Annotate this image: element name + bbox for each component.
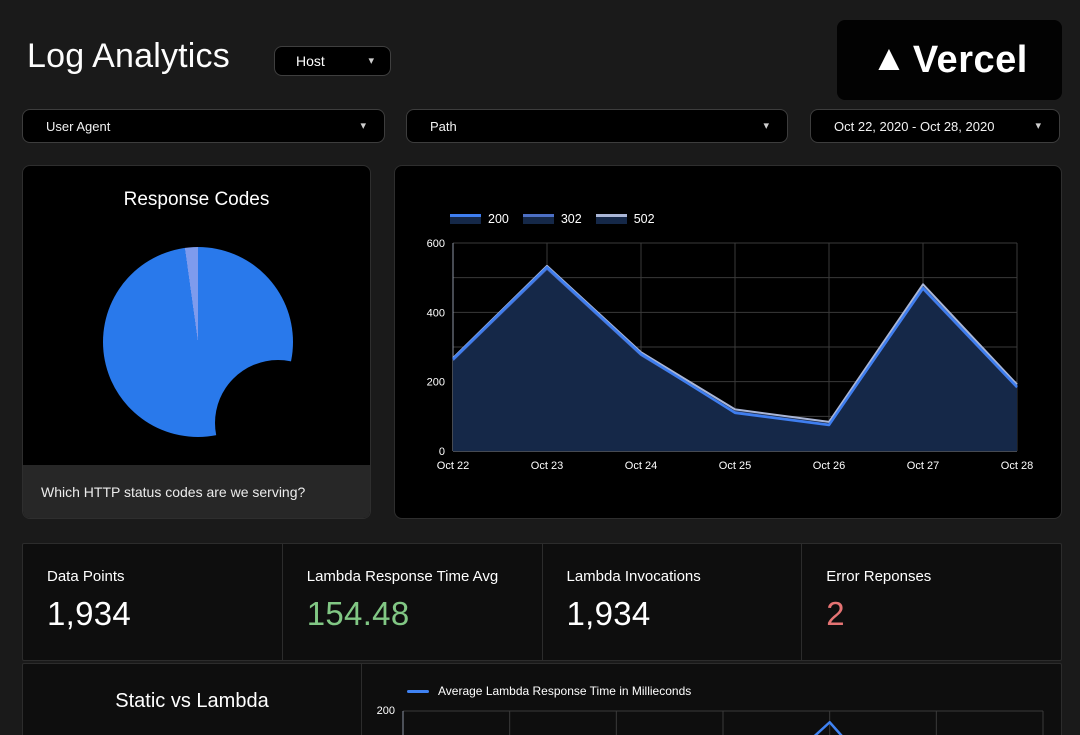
bottom-row: Static vs Lambda Average Lambda Response… (22, 663, 1062, 735)
status-codes-chart-panel: 200 302 502 0200400600Oct 22Oct 23Oct 24… (394, 165, 1062, 519)
svg-text:600: 600 (427, 238, 445, 250)
avg-lambda-response-chart-panel: Average Lambda Response Time in Millieco… (362, 664, 1061, 735)
response-codes-donut-chart (103, 247, 293, 437)
response-codes-caption: Which HTTP status codes are we serving? (23, 465, 370, 518)
log-analytics-dashboard: Log Analytics Host ▾ ▲ Vercel User Agent… (0, 0, 1080, 735)
date-range-label: Oct 22, 2020 - Oct 28, 2020 (834, 119, 994, 134)
path-dropdown-label: Path (430, 119, 457, 134)
host-dropdown-label: Host (296, 53, 325, 69)
status-codes-area-chart: 0 200 400 600 Oct 22 Oct 23 Oct 24 Oct 25 Oct 26… (395, 166, 1063, 520)
svg-text:Oct 24: Oct 24 (625, 460, 657, 472)
vercel-logo: ▲ Vercel (837, 20, 1062, 100)
stat-data-points: Data Points 1,934 (23, 544, 283, 660)
stat-value: 1,934 (567, 595, 802, 633)
stat-label: Error Reponses (826, 568, 1061, 585)
svg-text:200: 200 (427, 377, 445, 389)
svg-text:Oct 28: Oct 28 (1001, 460, 1033, 472)
svg-text:Oct 23: Oct 23 (531, 460, 563, 472)
svg-text:Oct 22: Oct 22 (437, 460, 469, 472)
page-title: Log Analytics (27, 37, 230, 76)
svg-text:400: 400 (427, 307, 445, 319)
response-codes-title: Response Codes (23, 166, 370, 211)
user-agent-dropdown[interactable]: User Agent ▾ (22, 109, 385, 143)
date-range-dropdown[interactable]: Oct 22, 2020 - Oct 28, 2020 ▾ (810, 109, 1060, 143)
svg-text:Oct 26: Oct 26 (813, 460, 845, 472)
response-codes-panel: Response Codes Which HTTP status codes a… (22, 165, 371, 519)
svg-text:Oct 25: Oct 25 (719, 460, 751, 472)
user-agent-dropdown-label: User Agent (46, 119, 110, 134)
chevron-down-icon: ▾ (360, 121, 366, 132)
stat-value: 1,934 (47, 595, 282, 633)
avg-lambda-line-chart (362, 664, 1063, 735)
stat-lambda-invocations: Lambda Invocations 1,934 (543, 544, 803, 660)
stat-error-responses: Error Reponses 2 (802, 544, 1061, 660)
static-vs-lambda-title: Static vs Lambda (23, 690, 361, 713)
stat-lambda-response-time-avg: Lambda Response Time Avg 154.48 (283, 544, 543, 660)
stat-label: Lambda Invocations (567, 568, 802, 585)
chevron-down-icon: ▾ (368, 56, 374, 67)
static-vs-lambda-panel: Static vs Lambda (23, 664, 362, 735)
stat-label: Lambda Response Time Avg (307, 568, 542, 585)
vercel-logo-text: Vercel (913, 39, 1028, 82)
svg-text:Oct 27: Oct 27 (907, 460, 939, 472)
vercel-triangle-icon: ▲ (871, 40, 907, 76)
svg-text:0: 0 (439, 446, 445, 458)
stat-label: Data Points (47, 568, 282, 585)
host-dropdown[interactable]: Host ▾ (274, 46, 391, 76)
path-dropdown[interactable]: Path ▾ (406, 109, 788, 143)
stats-row: Data Points 1,934 Lambda Response Time A… (22, 543, 1062, 661)
stat-value: 2 (826, 595, 1061, 633)
chevron-down-icon: ▾ (1035, 121, 1041, 132)
stat-value: 154.48 (307, 595, 542, 633)
chevron-down-icon: ▾ (763, 121, 769, 132)
